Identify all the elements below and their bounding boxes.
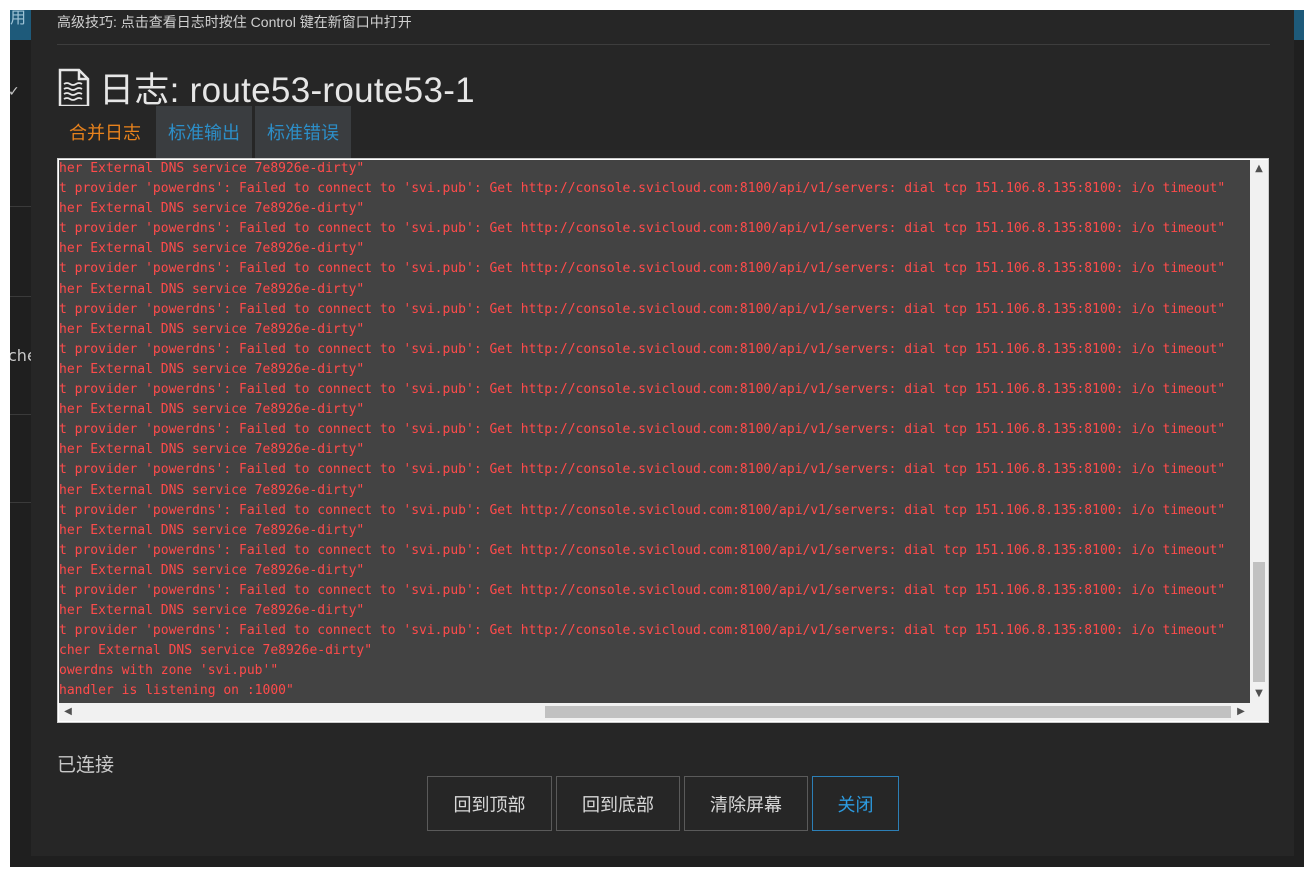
log-line: her External DNS service 7e8926e-dirty"	[59, 442, 365, 458]
log-line: t provider 'powerdns': Failed to connect…	[59, 382, 1226, 398]
log-line: her External DNS service 7e8926e-dirty"	[59, 281, 365, 297]
log-line: t provider 'powerdns': Failed to connect…	[59, 542, 1226, 558]
scroll-up-icon[interactable]: ▲	[1250, 160, 1268, 178]
app-frame: 用 ✓ che 高级技巧: 点击查看日志时按住 Control 键在新窗口中打开…	[10, 10, 1304, 867]
background-divider	[10, 296, 32, 297]
log-line: t provider 'powerdns': Failed to connect…	[59, 221, 1226, 237]
scroll-left-icon[interactable]: ◀	[59, 703, 77, 721]
log-line: t provider 'powerdns': Failed to connect…	[59, 502, 1226, 518]
document-icon	[58, 68, 90, 107]
log-line: t provider 'powerdns': Failed to connect…	[59, 261, 1226, 277]
background-divider	[10, 502, 32, 503]
horizontal-scroll-thumb[interactable]	[545, 706, 1231, 718]
log-line: her External DNS service 7e8926e-dirty"	[59, 562, 365, 578]
log-line: t provider 'powerdns': Failed to connect…	[59, 462, 1226, 478]
log-line: owerdns with zone 'svi.pub'"	[59, 663, 279, 679]
log-line: her External DNS service 7e8926e-dirty"	[59, 241, 365, 257]
log-modal: 高级技巧: 点击查看日志时按住 Control 键在新窗口中打开 日志: rou…	[31, 10, 1294, 856]
tip-text: 高级技巧: 点击查看日志时按住 Control 键在新窗口中打开	[57, 14, 412, 30]
log-line: her External DNS service 7e8926e-dirty"	[59, 321, 365, 337]
tab-combined[interactable]: 合并日志	[57, 106, 153, 158]
connection-status: 已连接	[57, 754, 115, 776]
log-line: her External DNS service 7e8926e-dirty"	[59, 522, 365, 538]
background-corner-text: 用	[10, 10, 27, 27]
log-line: her External DNS service 7e8926e-dirty"	[59, 161, 365, 176]
header-divider	[57, 44, 1270, 45]
horizontal-scrollbar[interactable]: ◀ ▶	[59, 703, 1250, 721]
action-buttons: 回到顶部 回到底部 清除屏幕 关闭	[427, 776, 903, 831]
log-line: her External DNS service 7e8926e-dirty"	[59, 603, 365, 619]
log-line: her External DNS service 7e8926e-dirty"	[59, 402, 365, 418]
tab-stderr[interactable]: 标准错误	[255, 106, 351, 158]
scroll-down-icon[interactable]: ▼	[1250, 685, 1268, 703]
background-check-icon: ✓	[10, 84, 20, 100]
scroll-top-button[interactable]: 回到顶部	[427, 776, 552, 831]
scroll-right-icon[interactable]: ▶	[1232, 703, 1250, 721]
log-line: handler is listening on :1000"	[59, 683, 294, 699]
vertical-scroll-thumb[interactable]	[1253, 562, 1265, 682]
log-container: her External DNS service 7e8926e-dirty" t…	[57, 158, 1269, 723]
log-line: t provider 'powerdns': Failed to connect…	[59, 301, 1226, 317]
log-line: cher External DNS service 7e8926e-dirty"	[59, 643, 373, 659]
log-line: t provider 'powerdns': Failed to connect…	[59, 181, 1226, 197]
tab-stdout[interactable]: 标准输出	[156, 106, 252, 158]
log-line: t provider 'powerdns': Failed to connect…	[59, 623, 1226, 639]
background-divider	[10, 206, 32, 207]
background-divider	[10, 414, 32, 415]
log-text: her External DNS service 7e8926e-dirty" t…	[59, 160, 1250, 702]
scroll-bottom-button[interactable]: 回到底部	[556, 776, 680, 831]
log-line: her External DNS service 7e8926e-dirty"	[59, 361, 365, 377]
scrollbar-corner	[1250, 703, 1268, 721]
vertical-scrollbar[interactable]: ▲ ▼	[1250, 160, 1268, 703]
log-line: t provider 'powerdns': Failed to connect…	[59, 582, 1226, 598]
close-button[interactable]: 关闭	[812, 776, 899, 831]
log-line: her External DNS service 7e8926e-dirty"	[59, 201, 365, 217]
log-output[interactable]: her External DNS service 7e8926e-dirty" t…	[59, 160, 1250, 703]
log-line: her External DNS service 7e8926e-dirty"	[59, 482, 365, 498]
log-line: t provider 'powerdns': Failed to connect…	[59, 341, 1226, 357]
log-line: t provider 'powerdns': Failed to connect…	[59, 422, 1226, 438]
log-tabs: 合并日志 标准输出 标准错误	[57, 106, 354, 158]
clear-screen-button[interactable]: 清除屏幕	[684, 776, 808, 831]
